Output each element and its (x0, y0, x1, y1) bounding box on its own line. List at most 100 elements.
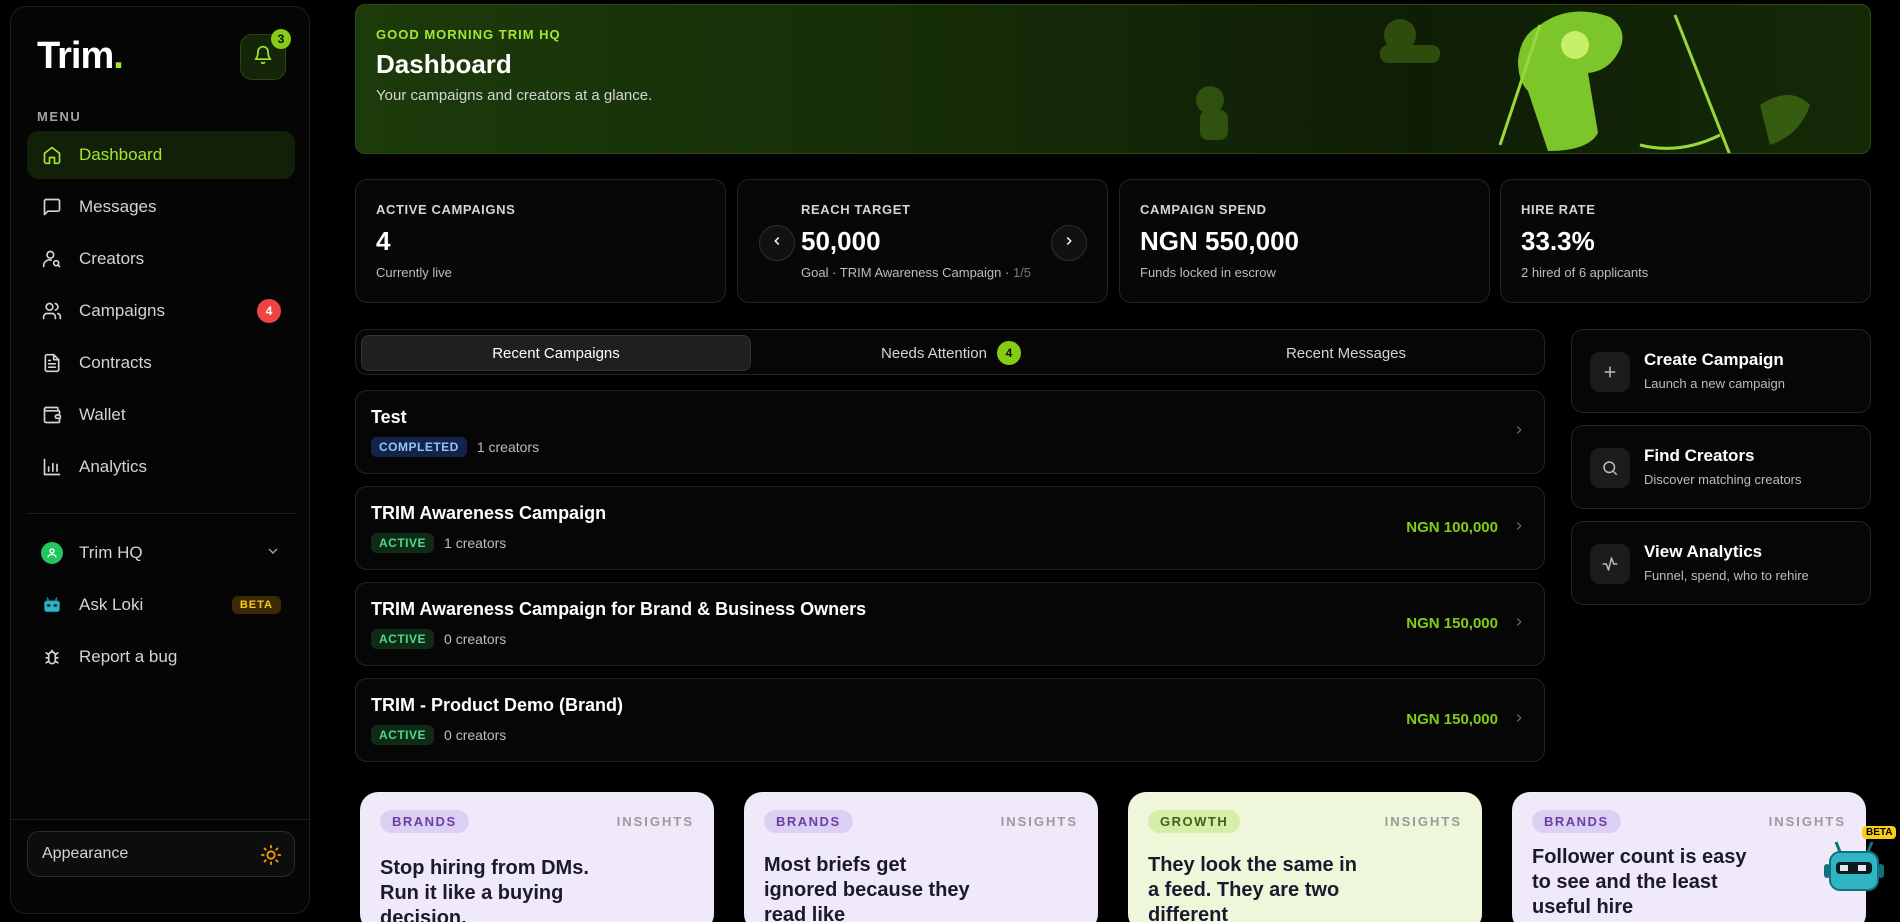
status-badge: ACTIVE (371, 629, 435, 649)
campaign-amount: NGN 100,000 (1406, 519, 1498, 536)
insight-kind: INSIGHTS (1384, 814, 1462, 829)
quick-action-sub: Discover matching creators (1644, 472, 1802, 487)
stat-sub: 2 hired of 6 applicants (1521, 265, 1649, 280)
insight-tag: BRANDS (380, 810, 469, 833)
appearance-label: Appearance (42, 845, 129, 862)
report-bug-button[interactable]: Report a bug (27, 633, 295, 681)
message-icon (41, 196, 63, 218)
chevron-down-icon (265, 543, 281, 564)
stat-sub-page: 1/5 (1012, 265, 1032, 280)
insight-text: They look the same in a feed. They are t… (1148, 854, 1357, 922)
sidebar: Trim. 3 MENU Dashboard Messages Creators (10, 6, 310, 914)
sidebar-bottom-divider (11, 819, 309, 820)
sidebar-item-messages[interactable]: Messages (27, 183, 295, 231)
sidebar-item-label: Analytics (79, 457, 148, 476)
sidebar-divider (27, 513, 295, 514)
campaign-amount: NGN 150,000 (1406, 711, 1498, 728)
creator-count: 0 creators (444, 727, 507, 743)
chevron-right-icon (1512, 423, 1526, 442)
sidebar-item-label: Dashboard (79, 145, 163, 164)
robot-icon (41, 594, 63, 616)
fab-beta-badge: BETA (1862, 826, 1897, 839)
bug-icon (41, 646, 63, 668)
campaign-row[interactable]: TRIM Awareness Campaign ACTIVE 1 creator… (355, 486, 1545, 570)
ask-loki-label: Ask Loki (79, 595, 144, 614)
find-creators-button[interactable]: Find Creators Discover matching creators (1571, 425, 1871, 509)
user-search-icon (41, 248, 63, 270)
insight-card[interactable]: BRANDS INSIGHTS Stop hiring from DMs. Ru… (360, 792, 714, 922)
notifications-button[interactable]: 3 (240, 29, 291, 80)
hero-illustration (1196, 11, 1810, 153)
insight-card[interactable]: BRANDS INSIGHTS Most briefs get ignored … (744, 792, 1098, 922)
insight-kind: INSIGHTS (1000, 814, 1078, 829)
sidebar-secondary-nav: Trim HQ Ask Loki BETA Report a bug (27, 529, 295, 685)
ask-loki-button[interactable]: Ask Loki BETA (27, 581, 295, 629)
insight-card[interactable]: GROWTH INSIGHTS They look the same in a … (1128, 792, 1482, 922)
tab-label: Recent Messages (1285, 344, 1407, 362)
sidebar-item-creators[interactable]: Creators (27, 235, 295, 283)
stat-hire-rate: HIRE RATE 33.3% 2 hired of 6 applicants (1500, 179, 1871, 303)
tab-count-badge: 4 (996, 341, 1021, 365)
campaign-row[interactable]: Test COMPLETED 1 creators (355, 390, 1545, 474)
chevron-left-icon (770, 234, 784, 253)
status-badge: ACTIVE (371, 725, 435, 745)
avatar (41, 542, 63, 564)
insight-card[interactable]: BRANDS INSIGHTS Follower count is easy t… (1512, 792, 1866, 922)
create-campaign-button[interactable]: Create Campaign Launch a new campaign (1571, 329, 1871, 413)
insight-tag: BRANDS (1532, 810, 1621, 833)
tab-recent-messages[interactable]: Recent Messages (1151, 335, 1541, 371)
brand-dot: . (113, 35, 124, 77)
bar-chart-icon (41, 456, 63, 478)
app-root: Trim. 3 MENU Dashboard Messages Creators (0, 0, 1900, 922)
creator-count: 0 creators (444, 631, 507, 647)
sidebar-item-campaigns[interactable]: Campaigns 4 (27, 287, 295, 335)
search-icon (1590, 448, 1630, 488)
sidebar-item-label: Creators (79, 249, 145, 268)
prev-button[interactable] (759, 225, 795, 261)
next-button[interactable] (1051, 225, 1087, 261)
quick-action-title: Find Creators (1644, 446, 1755, 465)
sidebar-item-wallet[interactable]: Wallet (27, 391, 295, 439)
stat-active-campaigns: ACTIVE CAMPAIGNS 4 Currently live (355, 179, 726, 303)
campaign-row[interactable]: TRIM - Product Demo (Brand) ACTIVE 0 cre… (355, 678, 1545, 762)
plus-icon (1590, 352, 1630, 392)
brand-logo[interactable]: Trim. (37, 35, 124, 78)
view-analytics-button[interactable]: View Analytics Funnel, spend, who to reh… (1571, 521, 1871, 605)
stat-sub-text: Goal · TRIM Awareness Campaign · (801, 265, 1013, 280)
stat-campaign-spend: CAMPAIGN SPEND NGN 550,000 Funds locked … (1119, 179, 1490, 303)
sidebar-item-contracts[interactable]: Contracts (27, 339, 295, 387)
home-icon (41, 144, 63, 166)
sun-icon (260, 844, 282, 871)
quick-action-sub: Funnel, spend, who to rehire (1644, 568, 1809, 583)
stat-reach-target: REACH TARGET 50,000 Goal · TRIM Awarenes… (737, 179, 1108, 303)
tab-label: Recent Campaigns (492, 344, 620, 362)
sidebar-item-analytics[interactable]: Analytics (27, 443, 295, 491)
account-switcher[interactable]: Trim HQ (27, 529, 295, 577)
chevron-right-icon (1512, 615, 1526, 634)
insight-tag: BRANDS (764, 810, 853, 833)
sidebar-item-label: Contracts (79, 353, 152, 372)
report-bug-label: Report a bug (79, 647, 178, 666)
stat-label: REACH TARGET (801, 202, 911, 217)
insight-kind: INSIGHTS (1768, 814, 1846, 829)
campaign-meta: ACTIVE 0 creators (371, 725, 506, 745)
ask-loki-fab[interactable] (1820, 830, 1890, 900)
tab-label: Needs Attention (881, 344, 987, 362)
bell-icon (253, 45, 273, 70)
insight-tag: GROWTH (1148, 810, 1241, 833)
appearance-toggle[interactable]: Appearance (27, 831, 295, 877)
sidebar-nav: Dashboard Messages Creators Campaigns 4 … (27, 131, 295, 495)
sidebar-item-label: Wallet (79, 405, 126, 424)
page-title: Dashboard (376, 49, 512, 79)
chevron-right-icon (1512, 711, 1526, 730)
tab-needs-attention[interactable]: Needs Attention 4 (756, 335, 1146, 371)
stat-sub: Funds locked in escrow (1140, 265, 1276, 280)
account-name: Trim HQ (79, 543, 143, 562)
campaign-meta: ACTIVE 0 creators (371, 629, 506, 649)
page-subtitle: Your campaigns and creators at a glance. (376, 87, 653, 104)
sidebar-item-dashboard[interactable]: Dashboard (27, 131, 295, 179)
campaign-title: TRIM Awareness Campaign for Brand & Busi… (371, 599, 867, 619)
campaign-row[interactable]: TRIM Awareness Campaign for Brand & Busi… (355, 582, 1545, 666)
tab-recent-campaigns[interactable]: Recent Campaigns (361, 335, 751, 371)
campaign-meta: COMPLETED 1 creators (371, 437, 539, 457)
